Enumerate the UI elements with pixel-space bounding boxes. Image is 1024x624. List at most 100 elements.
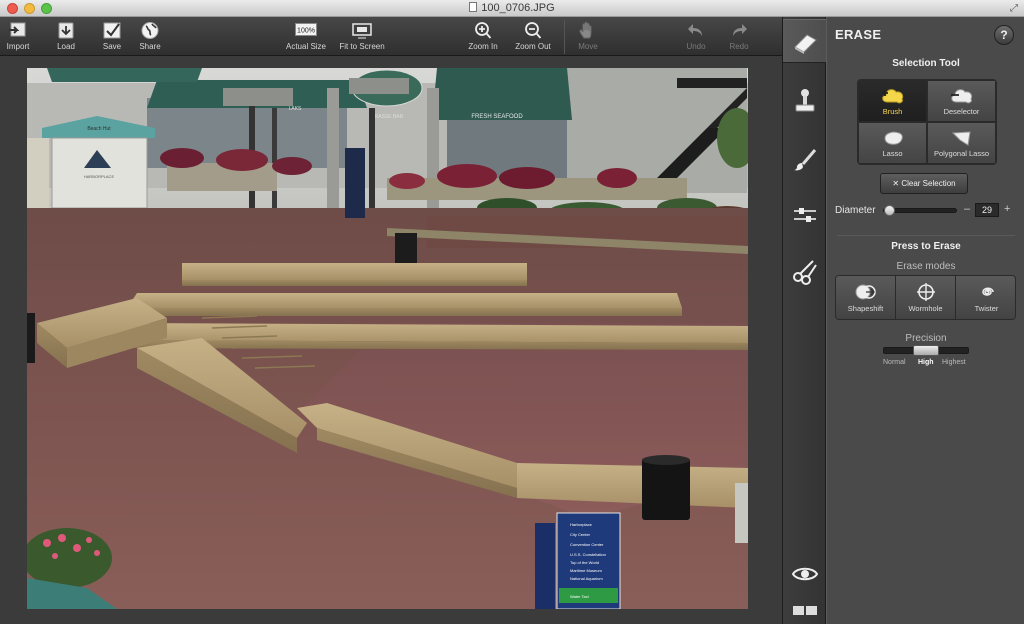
photo[interactable]: FRESH SEAFOOD GRASSE BAR LAKS MBS Beach …: [27, 68, 748, 609]
move-label: Move: [578, 42, 598, 51]
zoom-in-button[interactable]: Zoom In: [467, 21, 499, 53]
lamp-post-3: [369, 108, 375, 218]
awning-text-2: GRASSE BAR: [371, 114, 404, 120]
erase-tool-tab[interactable]: [783, 19, 827, 63]
kiosk-body: [51, 137, 148, 209]
actual-size-icon: 100%: [295, 23, 317, 36]
awning-right: [432, 68, 572, 120]
precision-normal-label[interactable]: Normal: [883, 359, 906, 366]
share-button[interactable]: Share: [136, 21, 164, 53]
wormhole-button[interactable]: Wormhole: [896, 276, 956, 319]
close-icon: ✕: [892, 179, 902, 188]
dir-line-3: U.S.S. Constellation: [570, 552, 606, 557]
divider: [837, 235, 1015, 236]
dir-line-4: Top of the World: [570, 560, 599, 565]
hand-icon: [579, 21, 592, 39]
photo-scene: FRESH SEAFOOD GRASSE BAR LAKS MBS Beach …: [27, 68, 748, 609]
left-bin: [27, 313, 35, 363]
erase-modes-group: Shapeshift Wormhole Twister: [835, 275, 1016, 320]
load-button[interactable]: Load: [52, 21, 80, 53]
shapeshift-label: Shapeshift: [847, 304, 884, 313]
stamp-icon: [795, 89, 815, 112]
zoom-out-button[interactable]: Zoom Out: [513, 21, 553, 53]
info-kiosk: [345, 148, 365, 218]
fit-to-screen-button[interactable]: Fit to Screen: [337, 21, 387, 53]
brush-tool-tab[interactable]: [783, 139, 827, 183]
panel-title: ERASE: [835, 27, 882, 42]
awning-far-left: [47, 68, 202, 82]
fit-to-screen-label: Fit to Screen: [339, 42, 385, 51]
image-canvas[interactable]: FRESH SEAFOOD GRASSE BAR LAKS MBS Beach …: [0, 56, 782, 624]
polygonal-lasso-icon: [951, 131, 971, 146]
toolbar-separator: [564, 20, 565, 54]
redo-button[interactable]: Redo: [725, 21, 753, 53]
zoom-out-icon: [525, 22, 542, 39]
fit-screen-icon: [352, 23, 372, 39]
undo-button[interactable]: Undo: [682, 21, 710, 53]
dir-line-6: National Aquarium: [570, 576, 603, 581]
eye-icon: [791, 567, 819, 581]
actual-size-button[interactable]: 100% Actual Size: [285, 21, 327, 53]
save-icon: [103, 22, 121, 39]
save-button[interactable]: Save: [98, 21, 126, 53]
trash-can: [395, 233, 417, 263]
step-2-front: [127, 308, 682, 316]
diameter-increase-button[interactable]: +: [1004, 203, 1010, 215]
scissors-icon: [793, 260, 817, 285]
clear-selection-label: Clear Selection: [901, 179, 956, 188]
dir-line-5: Maritime Museum: [570, 568, 602, 573]
diameter-slider-handle[interactable]: [884, 205, 895, 216]
undo-icon: [688, 24, 702, 36]
trash-can-2: [642, 458, 690, 520]
step-2: [127, 293, 682, 308]
diameter-label: Diameter: [835, 205, 876, 216]
crosshair-icon: [916, 283, 935, 301]
precision-highest-label[interactable]: Highest: [942, 359, 966, 366]
split-view-icon: [793, 606, 817, 615]
sliders-icon: [794, 208, 816, 222]
load-icon: [58, 22, 74, 39]
deselector-tool-button[interactable]: Deselector: [927, 80, 996, 122]
selection-tool-grid: Brush Deselector Lasso Polygonal Lasso: [857, 79, 997, 165]
document-icon: [469, 2, 478, 12]
shapeshift-button[interactable]: Shapeshift: [836, 276, 896, 319]
twister-button[interactable]: Twister: [956, 276, 1015, 319]
import-button[interactable]: Import: [3, 21, 33, 53]
awning-text-3: LAKS: [289, 106, 302, 112]
share-label: Share: [139, 42, 161, 51]
brush-blob-icon: [881, 89, 903, 104]
help-button[interactable]: ?: [994, 25, 1014, 45]
dir-line-1: City Center: [570, 532, 591, 537]
zoom-out-label: Zoom Out: [515, 42, 551, 51]
actual-size-badge: 100%: [297, 28, 315, 35]
cut-tool-tab[interactable]: [783, 249, 827, 293]
adjust-tool-tab[interactable]: [783, 193, 827, 237]
lasso-icon: [883, 131, 903, 145]
clear-selection-button[interactable]: ✕ Clear Selection: [880, 173, 968, 194]
lasso-tool-label: Lasso: [882, 149, 903, 158]
precision-high-label[interactable]: High: [918, 359, 934, 366]
fullscreen-icon[interactable]: ⤢: [1010, 3, 1018, 14]
polygonal-lasso-tool-label: Polygonal Lasso: [933, 149, 990, 158]
actual-size-label: Actual Size: [285, 42, 327, 51]
stamp-tool-tab[interactable]: [783, 79, 827, 123]
right-post: [735, 483, 748, 543]
eraser-icon: [794, 34, 817, 54]
precision-slider-handle[interactable]: [913, 345, 939, 356]
precision-label: Precision: [905, 333, 947, 344]
dir-line-0: Harborplace: [570, 522, 593, 527]
selection-tool-title: Selection Tool: [892, 58, 960, 69]
diameter-decrease-button[interactable]: –: [964, 203, 970, 215]
diameter-value-field[interactable]: 29: [975, 203, 999, 217]
redo-icon: [733, 24, 747, 36]
brush-tool-button[interactable]: Brush: [858, 80, 927, 122]
compare-toggle[interactable]: [783, 589, 827, 624]
erase-modes-label: Erase modes: [896, 261, 956, 272]
lasso-tool-button[interactable]: Lasso: [858, 122, 927, 164]
polygonal-lasso-tool-button[interactable]: Polygonal Lasso: [927, 122, 996, 164]
import-label: Import: [6, 42, 30, 51]
import-icon: [9, 22, 26, 37]
undo-label: Undo: [686, 42, 706, 51]
main-toolbar: Import Load Save Share 100% Actual Size …: [0, 17, 782, 56]
move-button[interactable]: Move: [574, 21, 602, 53]
